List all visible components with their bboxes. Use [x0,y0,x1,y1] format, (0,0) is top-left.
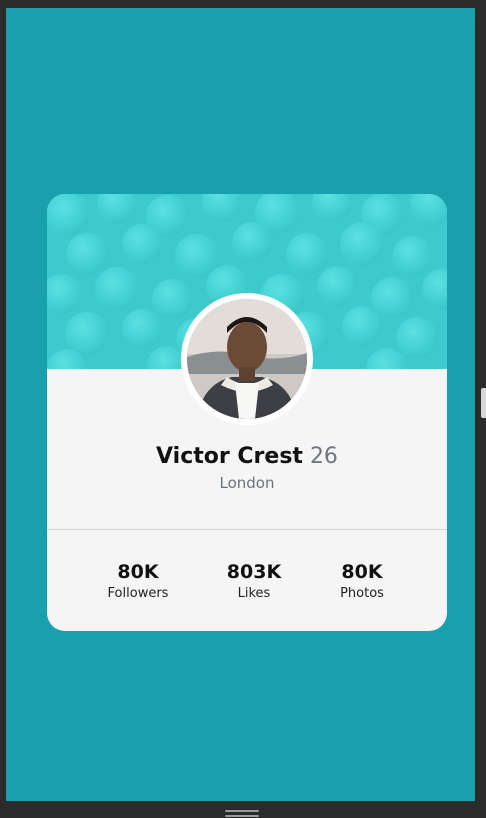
profile-name: Victor Crest [156,444,303,469]
page-viewport: Victor Crest 26 London 80K Followers 803… [6,8,475,801]
stat-likes[interactable]: 803K Likes [194,561,314,601]
profile-card: Victor Crest 26 London 80K Followers 803… [47,194,447,631]
stat-value: 80K [117,561,159,583]
resize-handle[interactable] [481,388,486,418]
profile-city: London [219,474,275,492]
divider [47,529,447,530]
stat-label: Photos [340,586,384,601]
avatar-ring [181,293,313,425]
stat-value: 803K [226,561,282,583]
avatar[interactable] [187,299,307,419]
stat-label: Followers [107,586,169,601]
avatar-photo [187,299,307,419]
stat-photos[interactable]: 80K Photos [302,561,422,601]
stat-followers[interactable]: 80K Followers [78,561,198,601]
profile-age: 26 [309,444,338,469]
hamburger-menu-icon[interactable] [225,810,259,818]
stats-row: 80K Followers 803K Likes 80K Photos [47,561,447,611]
stat-value: 80K [341,561,383,583]
profile-name-line: Victor Crest 26 [47,444,447,469]
browser-frame: Victor Crest 26 London 80K Followers 803… [0,0,486,818]
stat-label: Likes [237,586,271,601]
